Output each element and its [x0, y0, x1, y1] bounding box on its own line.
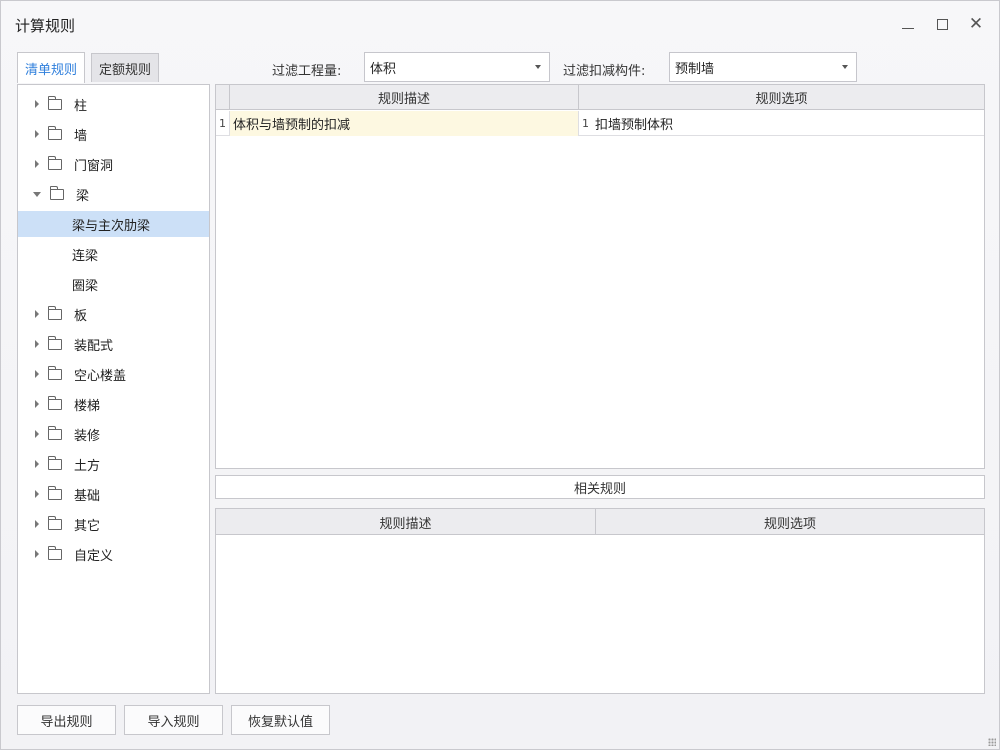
- filter-quantity-select[interactable]: 体积: [364, 52, 550, 82]
- import-rules-button[interactable]: 导入规则: [124, 705, 223, 735]
- expand-arrow-icon[interactable]: [35, 160, 39, 168]
- row-number: 1: [216, 111, 230, 136]
- chevron-down-icon: [842, 65, 848, 69]
- title-bar: 计算规则 ✕: [1, 1, 999, 47]
- tree-item-beam-ribbed[interactable]: 梁与主次肋梁: [18, 211, 209, 237]
- tree-item-custom[interactable]: 自定义: [18, 541, 209, 567]
- rules-grid-header: 规则描述 规则选项: [216, 85, 984, 110]
- tab-bill-rules[interactable]: 清单规则: [17, 52, 86, 83]
- tree-item-label: 梁与主次肋梁: [72, 218, 151, 234]
- tree-item-beam[interactable]: 梁: [18, 181, 209, 207]
- expand-arrow-icon[interactable]: [35, 520, 39, 528]
- tree-item-label: 门窗洞: [74, 158, 114, 174]
- tree-item-label: 板: [74, 308, 88, 324]
- expand-arrow-icon[interactable]: [35, 400, 39, 408]
- filter-component-select[interactable]: 预制墙: [669, 52, 857, 82]
- filter-quantity-value: 体积: [370, 61, 397, 77]
- row-number-header: [216, 85, 230, 110]
- folder-icon: [48, 485, 62, 500]
- option-index: 1: [582, 117, 589, 130]
- tree-item-decoration[interactable]: 装修: [18, 421, 209, 447]
- expand-arrow-icon[interactable]: [35, 460, 39, 468]
- maximize-icon: [936, 18, 948, 30]
- folder-icon: [48, 455, 62, 470]
- expand-arrow-icon[interactable]: [35, 340, 39, 348]
- resize-grip-icon[interactable]: [988, 738, 996, 746]
- expand-arrow-icon[interactable]: [35, 310, 39, 318]
- folder-icon: [48, 125, 62, 140]
- tree-item-label: 楼梯: [74, 398, 101, 414]
- expand-arrow-icon[interactable]: [35, 490, 39, 498]
- tree-item-column[interactable]: 柱: [18, 91, 209, 117]
- tree-item-ring-beam[interactable]: 圈梁: [18, 271, 209, 297]
- folder-icon: [48, 365, 62, 380]
- tree-item-coupling-beam[interactable]: 连梁: [18, 241, 209, 267]
- export-rules-button[interactable]: 导出规则: [17, 705, 116, 735]
- close-button[interactable]: ✕: [965, 13, 987, 35]
- folder-icon: [48, 395, 62, 410]
- col-header-option[interactable]: 规则选项: [579, 85, 984, 110]
- minimize-icon: [902, 27, 914, 29]
- filter-component-label: 过滤扣减构件:: [563, 64, 646, 79]
- minimize-button[interactable]: [897, 13, 919, 35]
- tree-item-label: 装配式: [74, 338, 114, 354]
- tree-item-hollow-floor[interactable]: 空心楼盖: [18, 361, 209, 387]
- tree-item-prefab[interactable]: 装配式: [18, 331, 209, 357]
- folder-icon: [50, 185, 64, 200]
- tree-item-label: 其它: [74, 518, 101, 534]
- tree-item-label: 连梁: [72, 248, 99, 264]
- rule-option-cell[interactable]: 1 扣墙预制体积: [579, 111, 984, 136]
- expand-arrow-icon[interactable]: [35, 430, 39, 438]
- tree-item-other[interactable]: 其它: [18, 511, 209, 537]
- folder-icon: [48, 515, 62, 530]
- tree-item-label: 基础: [74, 488, 101, 504]
- folder-icon: [48, 425, 62, 440]
- maximize-button[interactable]: [931, 13, 953, 35]
- col-header-option[interactable]: 规则选项: [596, 509, 984, 535]
- filter-quantity-label: 过滤工程量:: [272, 64, 342, 79]
- calc-rules-window: 计算规则 ✕ 清单规则 定额规则 过滤工程量: 体积 过滤扣减构件: 预制墙 柱…: [0, 0, 1000, 750]
- tree-item-earthwork[interactable]: 土方: [18, 451, 209, 477]
- expand-arrow-icon[interactable]: [35, 130, 39, 138]
- tree-item-stairs[interactable]: 楼梯: [18, 391, 209, 417]
- chevron-down-icon: [535, 65, 541, 69]
- rule-desc-cell[interactable]: 体积与墙预制的扣减: [230, 111, 579, 136]
- folder-icon: [48, 335, 62, 350]
- tab-quota-rules[interactable]: 定额规则: [91, 53, 160, 82]
- rules-grid: 规则描述 规则选项 1 体积与墙预制的扣减 1 扣墙预制体积: [215, 84, 985, 469]
- tree-item-label: 梁: [76, 188, 90, 204]
- tree-item-slab[interactable]: 板: [18, 301, 209, 327]
- tree-item-label: 土方: [74, 458, 101, 474]
- tree-item-foundation[interactable]: 基础: [18, 481, 209, 507]
- folder-icon: [48, 95, 62, 110]
- tree-item-wall[interactable]: 墙: [18, 121, 209, 147]
- filter-component-value: 预制墙: [675, 61, 715, 77]
- folder-icon: [48, 545, 62, 560]
- tree-item-label: 自定义: [74, 548, 114, 564]
- related-rules-header: 相关规则: [215, 475, 985, 499]
- rule-tabs: 清单规则 定额规则: [17, 52, 165, 83]
- folder-icon: [48, 155, 62, 170]
- tree-item-label: 圈梁: [72, 278, 99, 294]
- component-tree: 柱 墙 门窗洞 梁 梁与主次肋梁 连梁 圈梁 板 装配式 空心楼盖 楼梯 装修 …: [17, 84, 210, 694]
- expand-arrow-icon[interactable]: [35, 100, 39, 108]
- tree-item-openings[interactable]: 门窗洞: [18, 151, 209, 177]
- expand-arrow-icon[interactable]: [35, 550, 39, 558]
- tree-item-label: 柱: [74, 98, 88, 114]
- restore-defaults-button[interactable]: 恢复默认值: [231, 705, 330, 735]
- collapse-arrow-icon[interactable]: [33, 191, 41, 197]
- expand-arrow-icon[interactable]: [35, 370, 39, 378]
- table-row[interactable]: 1 体积与墙预制的扣减 1 扣墙预制体积: [216, 111, 984, 136]
- related-grid-header: 规则描述 规则选项: [216, 509, 984, 535]
- window-title: 计算规则: [15, 17, 76, 35]
- col-header-desc[interactable]: 规则描述: [230, 85, 579, 110]
- folder-icon: [48, 305, 62, 320]
- tree-item-label: 装修: [74, 428, 101, 444]
- option-text: 扣墙预制体积: [595, 118, 674, 133]
- tree-item-label: 墙: [74, 128, 88, 144]
- close-icon: ✕: [968, 14, 984, 34]
- col-header-desc[interactable]: 规则描述: [216, 509, 596, 535]
- related-rules-grid: 规则描述 规则选项: [215, 508, 985, 694]
- tree-item-label: 空心楼盖: [74, 368, 127, 384]
